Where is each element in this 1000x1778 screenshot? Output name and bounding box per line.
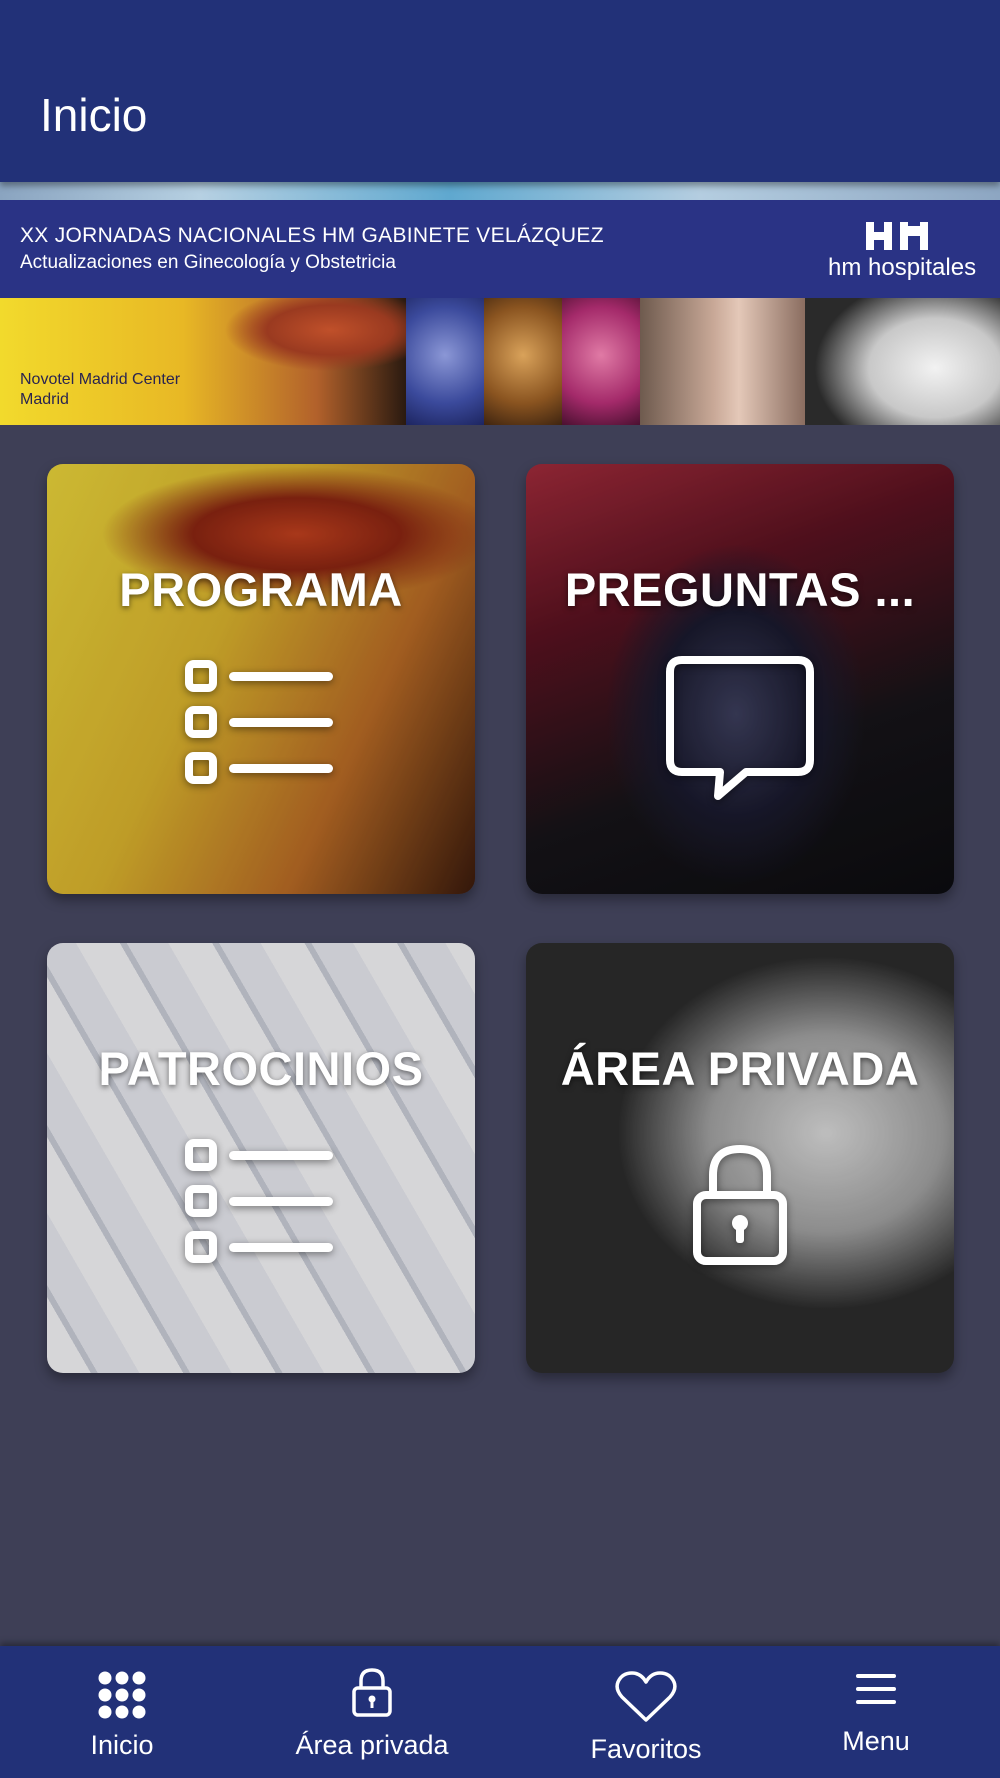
- tab-label: Inicio: [90, 1730, 154, 1760]
- hamburger-icon: [826, 1672, 926, 1706]
- tile-label: ÁREA PRIVADA: [560, 1042, 920, 1095]
- chat-bubble-icon: [526, 650, 954, 815]
- heart-icon: [578, 1670, 714, 1724]
- tab-label: Favoritos: [590, 1734, 702, 1764]
- banner-photo-ultrasound-amber: [484, 298, 562, 425]
- banner-photo-pregnancy: [805, 298, 1000, 425]
- tile-label: PATROCINIOS: [98, 1042, 424, 1095]
- tab-area-privada[interactable]: Área privada: [282, 1646, 462, 1778]
- header-accent-strip: [0, 182, 1000, 200]
- tile-label: PREGUNTAS ...: [564, 563, 916, 616]
- lock-icon: [282, 1666, 462, 1718]
- banner-photo-ultrasound-pink: [562, 298, 640, 425]
- app-header: Inicio: [0, 0, 1000, 182]
- app-root: Inicio XX JORNADAS NACIONALES HM GABINET…: [0, 0, 1000, 1778]
- tab-favoritos[interactable]: Favoritos: [578, 1646, 714, 1778]
- tab-label: Menu: [842, 1726, 910, 1756]
- grid-icon: [62, 1670, 182, 1720]
- tab-label: Área privada: [295, 1730, 449, 1760]
- tile-area-privada[interactable]: ÁREA PRIVADA: [526, 943, 954, 1373]
- banner-title-band: XX JORNADAS NACIONALES HM GABINETE VELÁZ…: [0, 200, 1000, 298]
- tab-menu[interactable]: Menu: [826, 1646, 926, 1778]
- event-banner: XX JORNADAS NACIONALES HM GABINETE VELÁZ…: [0, 200, 1000, 425]
- banner-venue-line1: Novotel Madrid Center: [20, 371, 181, 388]
- bottom-tab-bar: Inicio Área privada Favoritos Menu: [0, 1646, 1000, 1778]
- tab-inicio[interactable]: Inicio: [62, 1646, 182, 1778]
- page-title: Inicio: [40, 89, 148, 141]
- banner-title: XX JORNADAS NACIONALES HM GABINETE VELÁZ…: [20, 224, 604, 247]
- hm-hospitales-logo: hm hospitales: [828, 222, 977, 282]
- tile-label: PROGRAMA: [119, 563, 403, 616]
- tile-programa[interactable]: PROGRAMA: [47, 464, 475, 894]
- banner-subtitle: Actualizaciones en Ginecología y Obstetr…: [20, 252, 396, 273]
- banner-photo-torso: [640, 298, 805, 425]
- banner-photo-strip: Novotel Madrid Center Madrid: [0, 298, 1000, 425]
- lock-icon: [526, 1139, 954, 1274]
- list-icon: [47, 1133, 475, 1268]
- list-icon: [47, 654, 475, 789]
- banner-venue: Novotel Madrid Center Madrid: [20, 370, 180, 410]
- hm-logo-text: hm hospitales: [828, 254, 977, 281]
- tile-patrocinios[interactable]: PATROCINIOS: [47, 943, 475, 1373]
- tile-preguntas[interactable]: PREGUNTAS ...: [526, 464, 954, 894]
- hm-logo-icon: [866, 222, 928, 250]
- banner-photo-ultrasound-blue: [406, 298, 484, 425]
- banner-venue-line2: Madrid: [20, 391, 69, 408]
